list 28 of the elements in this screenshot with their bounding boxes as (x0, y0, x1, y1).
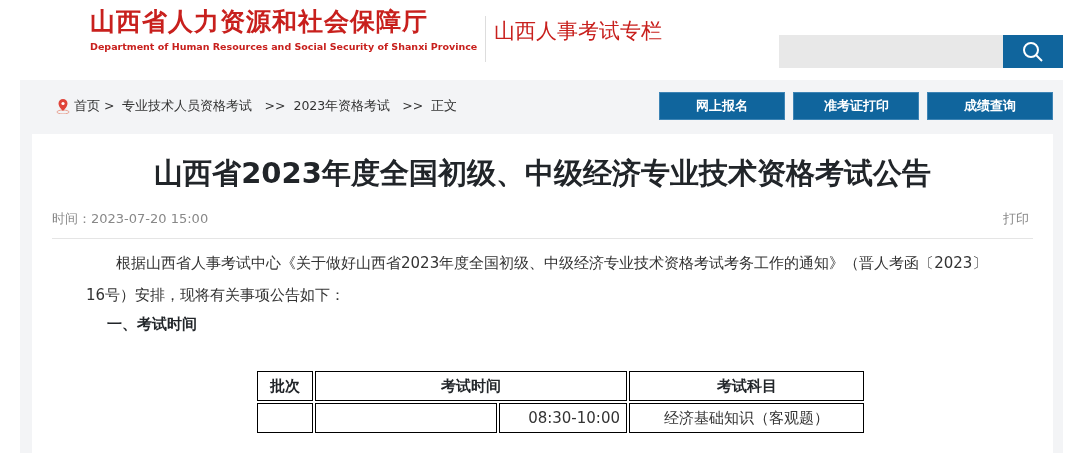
table-header: 考试时间 (315, 371, 627, 402)
breadcrumb-separator: >> (402, 96, 424, 115)
nav-button[interactable]: 成绩查询 (927, 92, 1053, 120)
breadcrumb-link[interactable]: 首页 (74, 96, 100, 116)
nav-button[interactable]: 准考证打印 (793, 92, 919, 120)
breadcrumb-link[interactable]: 2023年资格考试 (293, 96, 391, 116)
site-title: 山西省人力资源和社会保障厅 (90, 8, 429, 36)
table-header: 批次 (257, 371, 313, 402)
table-cell: 08:30-10:00 (499, 403, 627, 434)
site-subtitle: Department of Human Resources and Social Security of Shanxi Province (90, 39, 478, 54)
table-cell (257, 403, 313, 434)
breadcrumb-separator: > (104, 96, 115, 115)
publish-time: 时间：2023-07-20 15:00 (52, 209, 209, 228)
breadcrumb-separator: >> (264, 96, 286, 115)
table-header: 考试科目 (629, 371, 864, 402)
breadcrumb-link[interactable]: 正文 (431, 96, 458, 116)
print-link[interactable]: 打印 (1003, 208, 1029, 229)
paragraph: 根据山西省人事考试中心《关于做好山西省2023年度全国初级、中级经济专业技术资格考试考务工作的通知》（晋人考函〔2023〕16号）安排，现将有关事项公告如下： (86, 253, 989, 307)
section-heading: 一、考试时间 (107, 314, 198, 336)
table-cell: 经济基础知识（客观题） (629, 403, 864, 434)
article-title: 山西省2023年度全国初级、中级经济专业技术资格考试公告 (153, 155, 932, 191)
search-button[interactable] (1003, 35, 1063, 68)
search-icon (1022, 40, 1044, 63)
nav-button[interactable]: 网上报名 (659, 92, 785, 120)
column-title: 山西人事考试专栏 (494, 18, 663, 45)
search-field[interactable] (779, 35, 1003, 68)
location-pin-icon (56, 98, 70, 114)
breadcrumb-link[interactable]: 专业技术人员资格考试 (122, 96, 253, 116)
